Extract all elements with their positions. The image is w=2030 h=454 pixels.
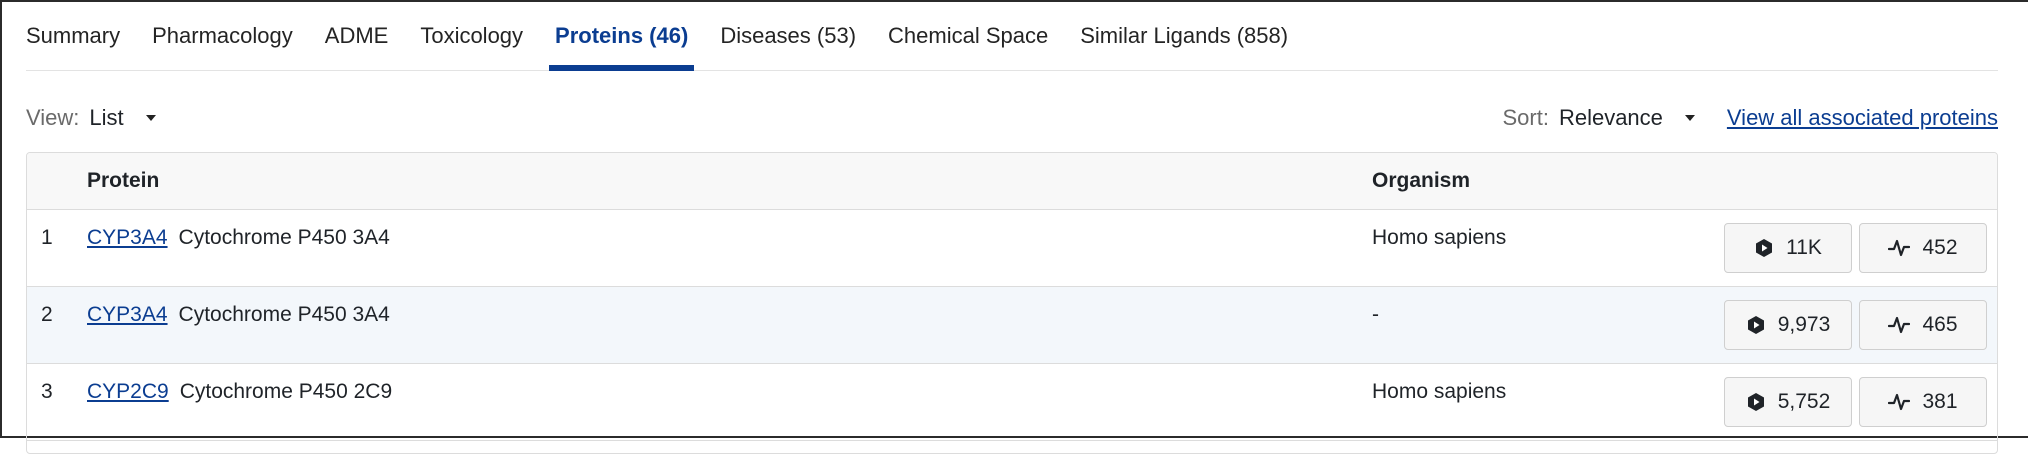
- controls-row: View: List Sort: Relevance View all asso…: [26, 100, 1998, 140]
- view-label: View:: [26, 105, 80, 130]
- caret-down-icon: [1684, 115, 1695, 121]
- organism-cell: Homo sapiens: [1372, 380, 1507, 403]
- proteins-table: Protein Organism 1 CYP3A4 Cytochrome P45…: [26, 152, 1998, 454]
- protein-name: Cytochrome P450 3A4: [178, 226, 390, 249]
- protein-name: Cytochrome P450 3A4: [178, 303, 390, 326]
- row-actions: 5,752 381: [1724, 377, 1987, 427]
- protein-cell: CYP2C9 Cytochrome P450 2C9: [87, 380, 392, 404]
- sort-label: Sort:: [1502, 105, 1549, 130]
- activity-pulse-icon: [1888, 239, 1911, 257]
- hexagon-play-icon: [1756, 239, 1773, 257]
- row-number: 1: [41, 226, 53, 249]
- tab-toxicology[interactable]: Toxicology: [414, 2, 529, 70]
- ligands-count: 5,752: [1777, 390, 1831, 413]
- activity-pulse-icon: [1888, 316, 1911, 334]
- tab-chemical-space[interactable]: Chemical Space: [882, 2, 1054, 70]
- protein-cell: CYP3A4 Cytochrome P450 3A4: [87, 226, 390, 250]
- protein-column-header: Protein: [87, 169, 160, 192]
- activities-button[interactable]: 465: [1859, 300, 1987, 350]
- activities-button[interactable]: 452: [1859, 223, 1987, 273]
- row-actions: 11K 452: [1724, 223, 1987, 273]
- tab-bar: Summary Pharmacology ADME Toxicology Pro…: [26, 2, 1998, 71]
- protein-gene-link[interactable]: CYP2C9: [87, 380, 169, 404]
- page-frame: Summary Pharmacology ADME Toxicology Pro…: [0, 0, 2028, 454]
- activities-count: 465: [1922, 313, 1958, 336]
- table-header: Protein Organism: [27, 153, 1997, 210]
- table-row: 2 CYP3A4 Cytochrome P450 3A4 - 9,973 465: [27, 287, 1997, 364]
- tab-adme[interactable]: ADME: [319, 2, 395, 70]
- sort-control: Sort: Relevance View all associated prot…: [1502, 100, 1998, 136]
- tab-diseases[interactable]: Diseases (53): [714, 2, 862, 70]
- activities-count: 452: [1922, 236, 1958, 259]
- tab-pharmacology[interactable]: Pharmacology: [146, 2, 299, 70]
- row-number: 2: [41, 303, 53, 326]
- organism-cell: -: [1372, 303, 1379, 326]
- organism-cell: Homo sapiens: [1372, 226, 1507, 249]
- tab-proteins[interactable]: Proteins (46): [549, 2, 695, 71]
- ligands-count: 9,973: [1777, 313, 1831, 336]
- tab-summary[interactable]: Summary: [26, 2, 126, 70]
- view-dropdown[interactable]: List: [89, 105, 156, 131]
- table-row: 3 CYP2C9 Cytochrome P450 2C9 Homo sapien…: [27, 364, 1997, 441]
- protein-cell: CYP3A4 Cytochrome P450 3A4: [87, 303, 390, 327]
- table-row: 1 CYP3A4 Cytochrome P450 3A4 Homo sapien…: [27, 210, 1997, 287]
- row-actions: 9,973 465: [1724, 300, 1987, 350]
- activities-count: 381: [1922, 390, 1958, 413]
- ligands-button[interactable]: 11K: [1724, 223, 1852, 273]
- ligands-button[interactable]: 9,973: [1724, 300, 1852, 350]
- hexagon-play-icon: [1747, 393, 1764, 411]
- activity-pulse-icon: [1888, 393, 1911, 411]
- view-control: View: List: [26, 100, 156, 136]
- caret-down-icon: [145, 115, 156, 121]
- view-all-proteins-link[interactable]: View all associated proteins: [1727, 105, 1998, 131]
- protein-gene-link[interactable]: CYP3A4: [87, 303, 168, 327]
- ligands-count: 11K: [1786, 236, 1822, 259]
- sort-dropdown[interactable]: Relevance: [1559, 105, 1695, 131]
- activities-button[interactable]: 381: [1859, 377, 1987, 427]
- sort-value: Relevance: [1558, 105, 1663, 130]
- organism-column-header: Organism: [1372, 169, 1471, 192]
- row-number: 3: [41, 380, 53, 403]
- protein-name: Cytochrome P450 2C9: [179, 380, 393, 403]
- protein-gene-link[interactable]: CYP3A4: [87, 226, 168, 250]
- tab-similar-ligands[interactable]: Similar Ligands (858): [1074, 2, 1294, 70]
- hexagon-play-icon: [1747, 316, 1764, 334]
- ligands-button[interactable]: 5,752: [1724, 377, 1852, 427]
- view-value: List: [89, 105, 124, 130]
